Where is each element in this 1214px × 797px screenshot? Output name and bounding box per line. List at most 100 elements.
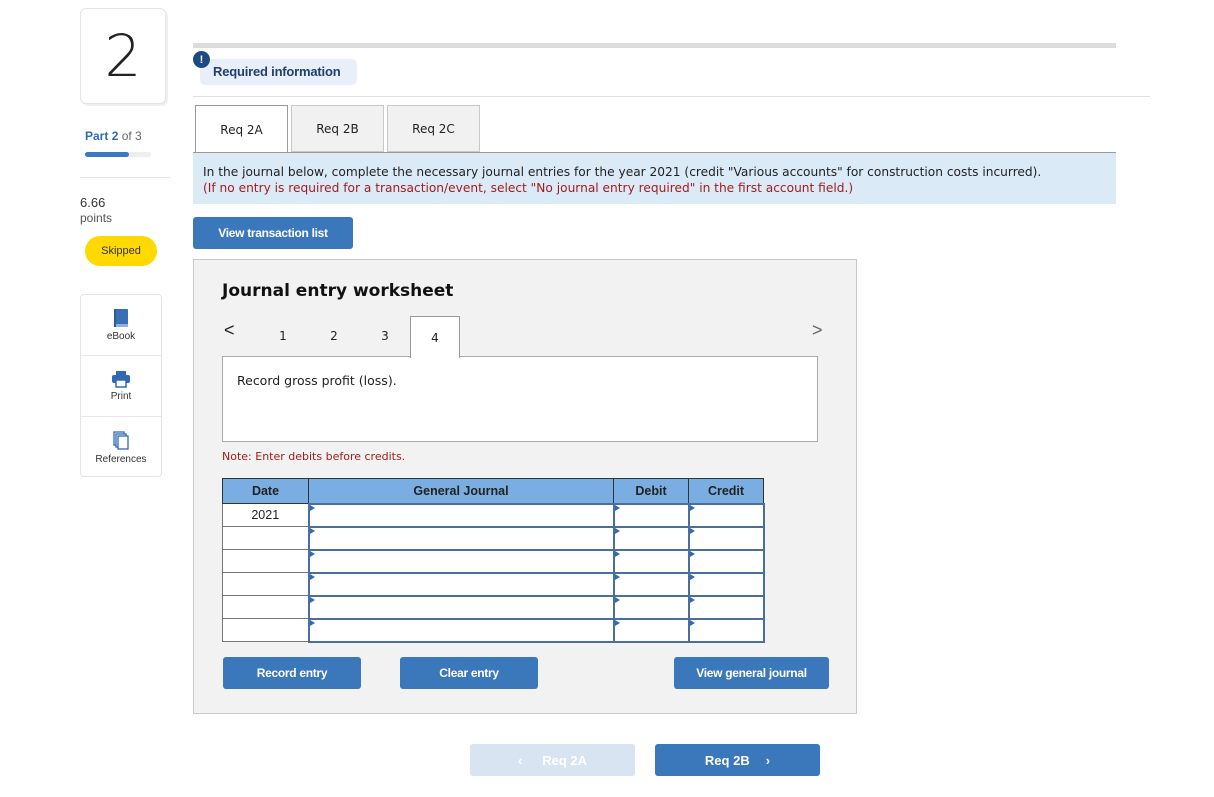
account-cell xyxy=(307,571,615,597)
account-input[interactable] xyxy=(309,527,613,549)
credit-input[interactable] xyxy=(689,619,763,641)
part-progress-fill xyxy=(85,152,130,157)
entry-tab-1[interactable]: 1 xyxy=(258,316,308,356)
ebook-label: eBook xyxy=(106,331,136,342)
account-input[interactable] xyxy=(309,504,613,526)
question-number: 2 xyxy=(80,8,166,104)
part-of: of 3 xyxy=(121,129,142,143)
credit-cell xyxy=(687,594,765,620)
account-cell xyxy=(307,617,615,643)
debit-input[interactable] xyxy=(614,550,688,572)
references-button[interactable]: References xyxy=(81,417,161,478)
credit-input[interactable] xyxy=(689,573,763,595)
instructions: In the journal below, complete the neces… xyxy=(193,152,1116,204)
journal-row xyxy=(222,594,765,620)
date-cell xyxy=(222,572,309,596)
credit-cell xyxy=(687,548,765,574)
print-button[interactable]: Print xyxy=(81,356,161,417)
journal-row xyxy=(222,525,765,551)
credit-input[interactable] xyxy=(689,527,763,549)
instructions-line-2: (If no entry is required for a transacti… xyxy=(203,181,854,195)
tab-req-2c[interactable]: Req 2C xyxy=(387,105,480,152)
chevron-right-icon[interactable]: > xyxy=(812,320,823,341)
entry-description: Record gross profit (loss). xyxy=(222,356,818,442)
header-credit: Credit xyxy=(688,478,764,504)
date-cell xyxy=(222,595,309,619)
view-transaction-list-button[interactable]: View transaction list xyxy=(193,217,353,249)
entry-tab-4[interactable]: 4 xyxy=(410,316,460,358)
date-cell xyxy=(222,549,309,573)
ebook-button[interactable]: eBook xyxy=(81,295,161,356)
record-entry-button[interactable]: Record entry xyxy=(223,657,361,689)
credit-input[interactable] xyxy=(689,504,763,526)
credit-cell xyxy=(687,525,765,551)
debit-cell xyxy=(612,617,690,643)
journal-table: Date General Journal Debit Credit 2021 xyxy=(222,478,765,643)
entry-tab-3[interactable]: 3 xyxy=(360,316,410,356)
journal-row xyxy=(222,548,765,574)
date-cell xyxy=(222,618,309,642)
worksheet-title: Journal entry worksheet xyxy=(222,281,454,301)
header-date: Date xyxy=(222,478,309,504)
account-cell xyxy=(307,525,615,551)
debit-input[interactable] xyxy=(614,527,688,549)
next-req-label: Req 2B xyxy=(704,752,750,768)
part-prefix: Part xyxy=(85,129,109,143)
header-general-journal: General Journal xyxy=(308,478,614,504)
view-general-journal-button[interactable]: View general journal xyxy=(674,657,829,689)
account-cell xyxy=(307,548,615,574)
chevron-left-icon: ‹ xyxy=(517,752,523,768)
credit-cell xyxy=(687,502,765,528)
printer-icon xyxy=(112,371,130,388)
book-icon xyxy=(114,309,128,327)
documents-icon xyxy=(113,430,129,450)
account-input[interactable] xyxy=(309,596,613,618)
account-cell xyxy=(307,594,615,620)
journal-row xyxy=(222,571,765,597)
print-label: Print xyxy=(110,391,132,402)
rail-divider xyxy=(80,177,170,178)
debit-cell xyxy=(612,525,690,551)
instructions-line-1: In the journal below, complete the neces… xyxy=(203,165,1042,179)
header-divider xyxy=(193,96,1150,97)
debit-input[interactable] xyxy=(614,504,688,526)
status-badge: Skipped xyxy=(85,236,157,266)
tab-req-2a[interactable]: Req 2A xyxy=(195,105,288,153)
entry-note: Note: Enter debits before credits. xyxy=(222,450,406,463)
references-label: References xyxy=(95,453,147,465)
prev-req-button[interactable]: ‹ Req 2A xyxy=(470,744,635,776)
account-input[interactable] xyxy=(309,619,613,641)
tab-req-2b[interactable]: Req 2B xyxy=(291,105,384,152)
debit-cell xyxy=(612,548,690,574)
alert-icon: ! xyxy=(193,51,210,68)
requirement-tabs: Req 2A Req 2B Req 2C xyxy=(195,105,483,153)
debit-cell xyxy=(612,502,690,528)
account-input[interactable] xyxy=(309,573,613,595)
chevron-left-icon[interactable]: < xyxy=(224,320,235,341)
date-cell xyxy=(222,526,309,550)
credit-cell xyxy=(687,571,765,597)
prev-req-label: Req 2A xyxy=(542,752,588,768)
points-value: 6.66 xyxy=(80,195,106,210)
part-indicator: Part 2 of 3 xyxy=(85,129,142,143)
journal-entry-worksheet: Journal entry worksheet < 1 2 3 4 > Reco… xyxy=(193,259,857,714)
part-current: 2 xyxy=(111,129,119,143)
journal-row: 2021 xyxy=(222,502,765,528)
credit-cell xyxy=(687,617,765,643)
debit-input[interactable] xyxy=(614,619,688,641)
chevron-right-icon: › xyxy=(765,752,771,768)
credit-input[interactable] xyxy=(689,550,763,572)
debit-input[interactable] xyxy=(614,573,688,595)
journal-row xyxy=(222,617,765,643)
part-progress-bar xyxy=(85,152,151,157)
entry-tab-2[interactable]: 2 xyxy=(309,316,359,356)
header-bar xyxy=(193,43,1116,48)
clear-entry-button[interactable]: Clear entry xyxy=(400,657,538,689)
debit-input[interactable] xyxy=(614,596,688,618)
next-req-button[interactable]: Req 2B › xyxy=(655,744,820,776)
account-cell xyxy=(307,502,615,528)
debit-cell xyxy=(612,571,690,597)
debit-cell xyxy=(612,594,690,620)
credit-input[interactable] xyxy=(689,596,763,618)
account-input[interactable] xyxy=(309,550,613,572)
